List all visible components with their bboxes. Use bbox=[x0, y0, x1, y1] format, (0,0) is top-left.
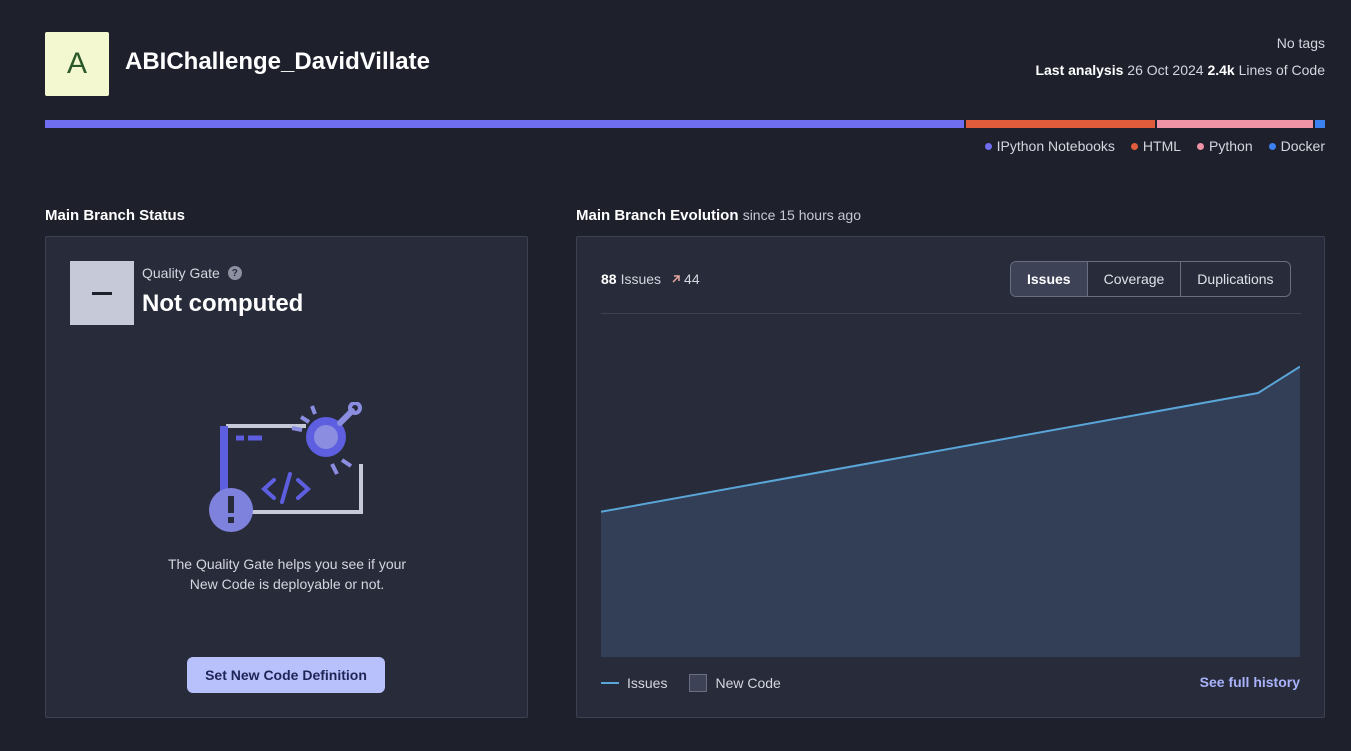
dash-icon bbox=[92, 291, 112, 295]
header-divider bbox=[601, 313, 1301, 314]
quality-gate-description: The Quality Gate helps you see if your N… bbox=[167, 556, 407, 592]
quality-gate-card: Quality Gate ? Not computed The Quality … bbox=[45, 236, 528, 718]
language-dot-icon bbox=[1130, 142, 1138, 150]
language-distribution-bar bbox=[45, 120, 1325, 128]
language-legend-item: HTML bbox=[1130, 138, 1182, 154]
language-label: Python bbox=[1209, 138, 1253, 154]
language-label: Docker bbox=[1280, 138, 1325, 154]
issues-summary: 88 Issues 44 bbox=[601, 271, 700, 287]
legend-new-code-swatch bbox=[689, 674, 708, 692]
loc-label: Lines of Code bbox=[1238, 62, 1325, 78]
language-dot-icon bbox=[984, 142, 992, 150]
last-analysis-label: Last analysis bbox=[1035, 62, 1124, 78]
language-legend-item: IPython Notebooks bbox=[984, 138, 1115, 154]
metric-tabs: Issues Coverage Duplications bbox=[1010, 261, 1291, 297]
language-label: IPython Notebooks bbox=[996, 138, 1115, 154]
help-icon[interactable]: ? bbox=[227, 266, 242, 280]
evolution-section-title: Main Branch Evolution bbox=[576, 207, 739, 224]
quality-gate-label: Quality Gate bbox=[142, 265, 220, 281]
evolution-since: since 15 hours ago bbox=[742, 207, 861, 223]
legend-new-code-label: New Code bbox=[715, 675, 781, 691]
language-segment bbox=[1157, 120, 1313, 128]
legend-issues-label: Issues bbox=[627, 675, 668, 691]
language-legend-item: Docker bbox=[1268, 138, 1325, 154]
loc-value: 2.4k bbox=[1207, 62, 1235, 78]
legend-issues-line bbox=[601, 682, 619, 684]
tab-duplications[interactable]: Duplications bbox=[1180, 262, 1289, 296]
arrow-up-right-icon bbox=[672, 275, 680, 283]
set-new-code-definition-button[interactable]: Set New Code Definition bbox=[187, 657, 385, 693]
project-tags[interactable]: No tags bbox=[1277, 35, 1325, 51]
see-full-history-link[interactable]: See full history bbox=[1200, 674, 1300, 690]
issues-area bbox=[601, 366, 1300, 657]
language-segment bbox=[1314, 120, 1325, 128]
status-section-title: Main Branch Status bbox=[45, 207, 186, 224]
quality-gate-label-row: Quality Gate ? bbox=[142, 265, 242, 281]
tab-coverage[interactable]: Coverage bbox=[1086, 262, 1181, 296]
issues-count: 88 bbox=[601, 271, 617, 287]
code-brackets-icon bbox=[261, 472, 311, 504]
quality-gate-status: Not computed bbox=[142, 290, 304, 317]
issues-delta-value: 44 bbox=[684, 271, 700, 287]
language-dot-icon bbox=[1268, 142, 1276, 150]
evolution-section-header: Main Branch Evolution since 15 hours ago bbox=[576, 207, 861, 224]
language-legend: IPython Notebooks HTML Python Docker bbox=[984, 138, 1325, 154]
project-avatar: A bbox=[45, 32, 109, 96]
issues-label: Issues bbox=[620, 271, 662, 287]
language-segment bbox=[965, 120, 1156, 128]
project-title: ABIChallenge_DavidVillate bbox=[125, 48, 430, 75]
code-inspection-illustration bbox=[209, 402, 363, 532]
last-analysis-info: Last analysis 26 Oct 2024 2.4k Lines of … bbox=[1035, 62, 1325, 78]
avatar-letter: A bbox=[66, 47, 87, 80]
issues-evolution-chart bbox=[601, 365, 1300, 657]
last-analysis-date: 26 Oct 2024 bbox=[1127, 62, 1204, 78]
tab-issues[interactable]: Issues bbox=[1011, 262, 1087, 296]
language-legend-item: Python bbox=[1197, 138, 1253, 154]
evolution-card: 88 Issues 44 Issues Coverage Duplication… bbox=[576, 236, 1325, 718]
language-label: HTML bbox=[1142, 138, 1182, 154]
language-segment bbox=[45, 120, 964, 128]
issues-delta: 44 bbox=[671, 271, 700, 287]
chart-legend: Issues New Code bbox=[601, 674, 781, 692]
quality-gate-status-box bbox=[70, 261, 134, 325]
language-dot-icon bbox=[1197, 142, 1205, 150]
